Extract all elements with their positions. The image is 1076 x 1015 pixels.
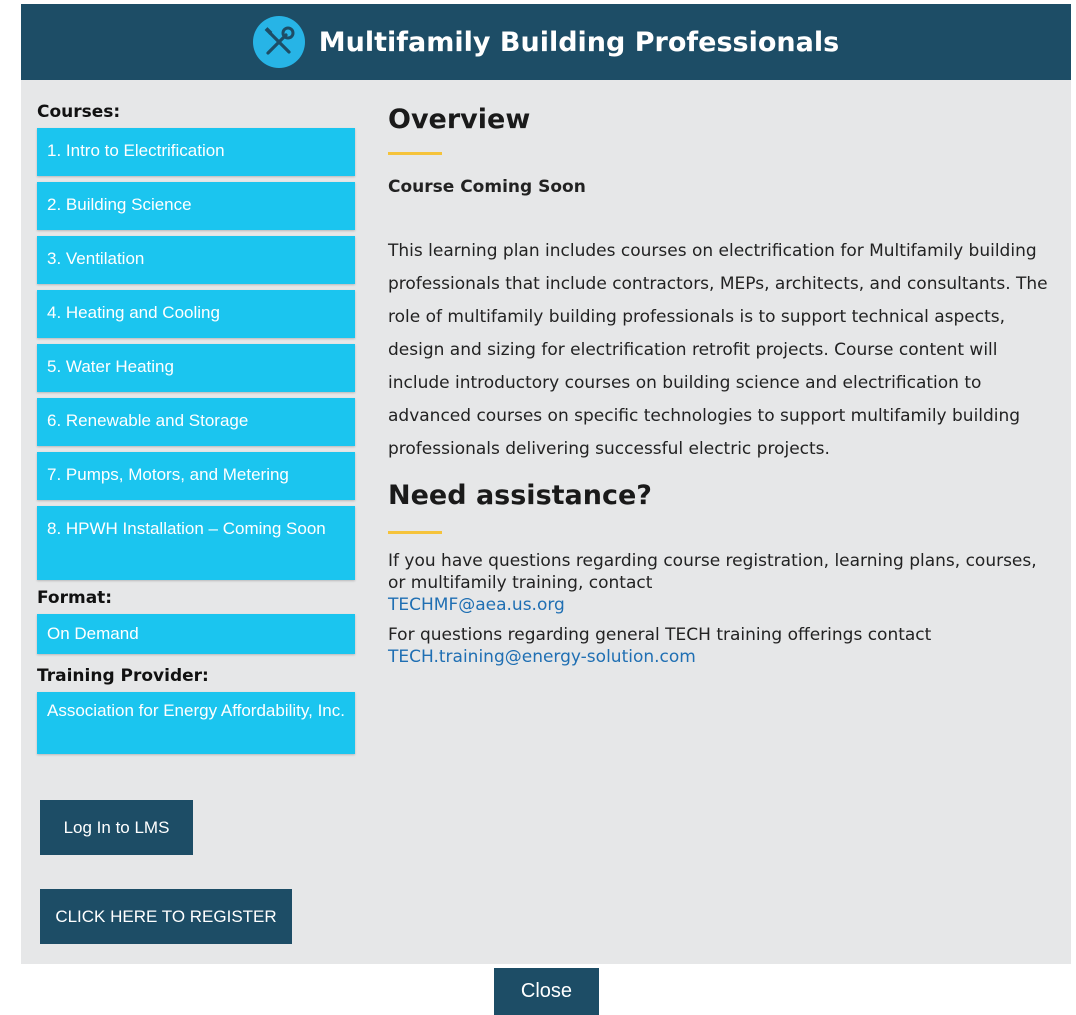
tools-icon — [252, 16, 305, 68]
techmf-email-link[interactable]: TECHMF@aea.us.org — [388, 594, 1058, 616]
assist-text-general: For questions regarding general TECH tra… — [388, 625, 932, 645]
description-text: This learning plan includes courses on e… — [388, 241, 1048, 459]
course-modal: Multifamily Building Professionals Cours… — [21, 4, 1071, 964]
close-button[interactable]: Close — [494, 968, 599, 1015]
sidebar: Courses: 1. Intro to Electrification 2. … — [37, 100, 355, 754]
course-item-water-heating[interactable]: 5. Water Heating — [37, 344, 355, 392]
coming-soon-text: Course Coming Soon — [388, 177, 586, 197]
overview-heading: Overview — [388, 104, 531, 135]
overview-accent-line — [388, 152, 442, 155]
provider-value: Association for Energy Affordability, In… — [37, 692, 355, 754]
overview-content: Overview Course Coming Soon This learnin… — [388, 104, 1058, 668]
register-button[interactable]: CLICK HERE TO REGISTER — [40, 889, 292, 944]
login-lms-button[interactable]: Log In to LMS — [40, 800, 193, 855]
course-item-hpwh-installation[interactable]: 8. HPWH Installation – Coming Soon — [37, 506, 355, 580]
course-item-ventilation[interactable]: 3. Ventilation — [37, 236, 355, 284]
format-label: Format: — [37, 588, 113, 608]
course-item-pumps-motors-metering[interactable]: 7. Pumps, Motors, and Metering — [37, 452, 355, 500]
course-item-building-science[interactable]: 2. Building Science — [37, 182, 355, 230]
modal-header: Multifamily Building Professionals — [21, 4, 1071, 80]
assistance-accent-line — [388, 531, 442, 534]
course-item-heating-cooling[interactable]: 4. Heating and Cooling — [37, 290, 355, 338]
tech-training-email-link[interactable]: TECH.training@energy-solution.com — [388, 646, 1058, 668]
provider-label: Training Provider: — [37, 666, 209, 686]
courses-label: Courses: — [37, 102, 121, 122]
course-item-intro-electrification[interactable]: 1. Intro to Electrification — [37, 128, 355, 176]
assist-text-registration: If you have questions regarding course r… — [388, 551, 1037, 593]
assistance-heading: Need assistance? — [388, 480, 652, 511]
modal-title: Multifamily Building Professionals — [318, 26, 840, 58]
format-value: On Demand — [37, 614, 355, 654]
course-item-renewable-storage[interactable]: 6. Renewable and Storage — [37, 398, 355, 446]
